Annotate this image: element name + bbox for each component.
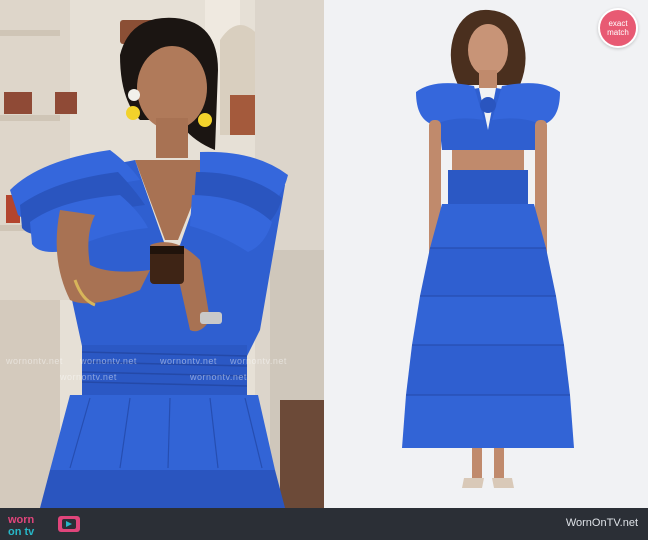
badge-line-2: match — [607, 28, 629, 37]
watermark-text: wornontv.net — [80, 356, 137, 366]
watermark-text: wornontv.net — [190, 372, 247, 382]
watermark-text: wornontv.net — [6, 356, 63, 366]
exact-match-badge: exact match — [598, 8, 638, 48]
product-illustration — [324, 0, 648, 508]
worn-on-tv-logo[interactable]: worn on tv — [6, 511, 86, 537]
watermark-text: wornontv.net — [60, 372, 117, 382]
site-credit[interactable]: WornOnTV.net — [566, 517, 638, 529]
watermark-text: wornontv.net — [230, 356, 287, 366]
tv-still-illustration — [0, 0, 324, 508]
logo-ontv-text: on tv — [8, 526, 35, 537]
footer-bar: worn on tv WornOnTV.net — [0, 508, 648, 540]
tv-still-photo: wornontv.net wornontv.net wornontv.net w… — [0, 0, 324, 508]
logo-worn-text: worn — [7, 514, 35, 526]
product-photo: exact match — [324, 0, 648, 508]
badge-line-1: exact — [608, 19, 628, 28]
watermark-text: wornontv.net — [160, 356, 217, 366]
